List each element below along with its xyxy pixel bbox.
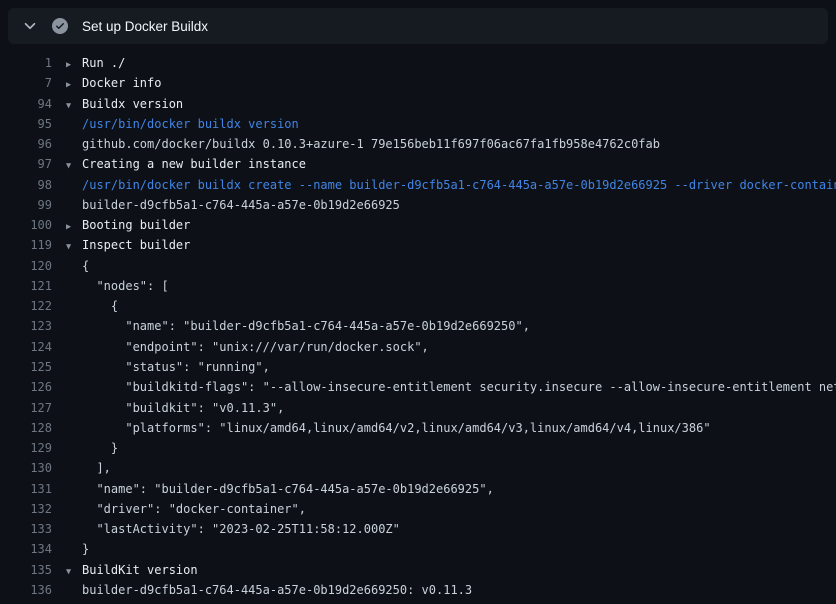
log-line: 134 }: [0, 539, 836, 559]
log-line-text: {: [82, 259, 89, 273]
log-line-text: "nodes": [: [82, 279, 169, 293]
line-number[interactable]: 99: [0, 195, 52, 215]
log-lines: 1 ▶Run ./ 7 ▶Docker info 94 ▼Buildx vers…: [0, 44, 836, 600]
log-line: 127 "buildkit": "v0.11.3",: [0, 398, 836, 418]
log-line: 128 "platforms": "linux/amd64,linux/amd6…: [0, 418, 836, 438]
log-line-text: {: [82, 299, 118, 313]
log-line: 120 {: [0, 256, 836, 276]
log-line-text: }: [82, 441, 118, 455]
line-number[interactable]: 96: [0, 134, 52, 154]
log-line-text: "endpoint": "unix:///var/run/docker.sock…: [82, 340, 429, 354]
group-collapse-icon[interactable]: ▼: [66, 156, 82, 174]
log-line: 124 "endpoint": "unix:///var/run/docker.…: [0, 337, 836, 357]
log-line: 125 "status": "running",: [0, 357, 836, 377]
line-number[interactable]: 100: [0, 215, 52, 235]
group-expand-icon[interactable]: ▶: [66, 75, 82, 93]
log-line-text: "driver": "docker-container",: [82, 502, 306, 516]
log-line: 136 builder-d9cfb5a1-c764-445a-a57e-0b19…: [0, 580, 836, 600]
log-line: 96 github.com/docker/buildx 0.10.3+azure…: [0, 134, 836, 154]
log-line: 133 "lastActivity": "2023-02-25T11:58:12…: [0, 519, 836, 539]
log-line-text: "name": "builder-d9cfb5a1-c764-445a-a57e…: [82, 482, 494, 496]
line-number[interactable]: 124: [0, 337, 52, 357]
line-number[interactable]: 7: [0, 73, 52, 93]
log-line: 123 "name": "builder-d9cfb5a1-c764-445a-…: [0, 316, 836, 336]
log-line: 132 "driver": "docker-container",: [0, 499, 836, 519]
line-number[interactable]: 1: [0, 53, 52, 73]
log-line[interactable]: 135 ▼BuildKit version: [0, 560, 836, 580]
log-line[interactable]: 7 ▶Docker info: [0, 73, 836, 93]
line-number[interactable]: 123: [0, 316, 52, 336]
log-line-text: builder-d9cfb5a1-c764-445a-a57e-0b19d2e6…: [82, 583, 472, 597]
line-number[interactable]: 119: [0, 235, 52, 255]
log-line-text: "buildkit": "v0.11.3",: [82, 401, 284, 415]
log-line-text: /usr/bin/docker buildx version: [82, 117, 299, 131]
log-line[interactable]: 94 ▼Buildx version: [0, 94, 836, 114]
log-line: 121 "nodes": [: [0, 276, 836, 296]
log-line: 98 /usr/bin/docker buildx create --name …: [0, 175, 836, 195]
line-number[interactable]: 129: [0, 438, 52, 458]
log-line-text: "status": "running",: [82, 360, 270, 374]
log-line-text: Inspect builder: [82, 238, 190, 252]
line-number[interactable]: 95: [0, 114, 52, 134]
log-line: 95 /usr/bin/docker buildx version: [0, 114, 836, 134]
line-number[interactable]: 120: [0, 256, 52, 276]
log-line[interactable]: 100 ▶Booting builder: [0, 215, 836, 235]
log-line: 129 }: [0, 438, 836, 458]
log-line-text: Creating a new builder instance: [82, 157, 306, 171]
log-line-text: Run ./: [82, 56, 125, 70]
line-number[interactable]: 128: [0, 418, 52, 438]
line-number[interactable]: 136: [0, 580, 52, 600]
log-line: 126 "buildkitd-flags": "--allow-insecure…: [0, 377, 836, 397]
line-number[interactable]: 134: [0, 539, 52, 559]
line-number[interactable]: 131: [0, 479, 52, 499]
log-line: 131 "name": "builder-d9cfb5a1-c764-445a-…: [0, 479, 836, 499]
log-line-text: "platforms": "linux/amd64,linux/amd64/v2…: [82, 421, 711, 435]
log-line-text: BuildKit version: [82, 563, 198, 577]
log-line: 99 builder-d9cfb5a1-c764-445a-a57e-0b19d…: [0, 195, 836, 215]
log-line-text: Booting builder: [82, 218, 190, 232]
line-number[interactable]: 133: [0, 519, 52, 539]
step-header[interactable]: Set up Docker Buildx: [8, 8, 828, 44]
line-number[interactable]: 126: [0, 377, 52, 397]
log-line-text: Docker info: [82, 76, 161, 90]
log-line[interactable]: 97 ▼Creating a new builder instance: [0, 154, 836, 174]
group-expand-icon[interactable]: ▶: [66, 55, 82, 73]
line-number[interactable]: 98: [0, 175, 52, 195]
line-number[interactable]: 121: [0, 276, 52, 296]
log-line[interactable]: 119 ▼Inspect builder: [0, 235, 836, 255]
log-line-text: }: [82, 542, 89, 556]
log-line-text: ],: [82, 461, 111, 475]
log-line-text: "name": "builder-d9cfb5a1-c764-445a-a57e…: [82, 319, 530, 333]
log-line-text: builder-d9cfb5a1-c764-445a-a57e-0b19d2e6…: [82, 198, 400, 212]
log-line-text: Buildx version: [82, 97, 183, 111]
group-collapse-icon[interactable]: ▼: [66, 237, 82, 255]
log-line-text: "buildkitd-flags": "--allow-insecure-ent…: [82, 380, 836, 394]
step-title: Set up Docker Buildx: [82, 19, 208, 34]
line-number[interactable]: 127: [0, 398, 52, 418]
log-line[interactable]: 1 ▶Run ./: [0, 53, 836, 73]
line-number[interactable]: 122: [0, 296, 52, 316]
line-number[interactable]: 132: [0, 499, 52, 519]
log-line: 122 {: [0, 296, 836, 316]
check-circle-icon: [52, 18, 68, 34]
line-number[interactable]: 130: [0, 458, 52, 478]
line-number[interactable]: 94: [0, 94, 52, 114]
chevron-down-icon[interactable]: [22, 18, 38, 34]
log-line-text: /usr/bin/docker buildx create --name bui…: [82, 178, 836, 192]
line-number[interactable]: 97: [0, 154, 52, 174]
group-collapse-icon[interactable]: ▼: [66, 562, 82, 580]
log-line-text: github.com/docker/buildx 0.10.3+azure-1 …: [82, 137, 660, 151]
log-line: 130 ],: [0, 458, 836, 478]
log-line-text: "lastActivity": "2023-02-25T11:58:12.000…: [82, 522, 400, 536]
line-number[interactable]: 125: [0, 357, 52, 377]
group-collapse-icon[interactable]: ▼: [66, 96, 82, 114]
group-expand-icon[interactable]: ▶: [66, 217, 82, 235]
line-number[interactable]: 135: [0, 560, 52, 580]
